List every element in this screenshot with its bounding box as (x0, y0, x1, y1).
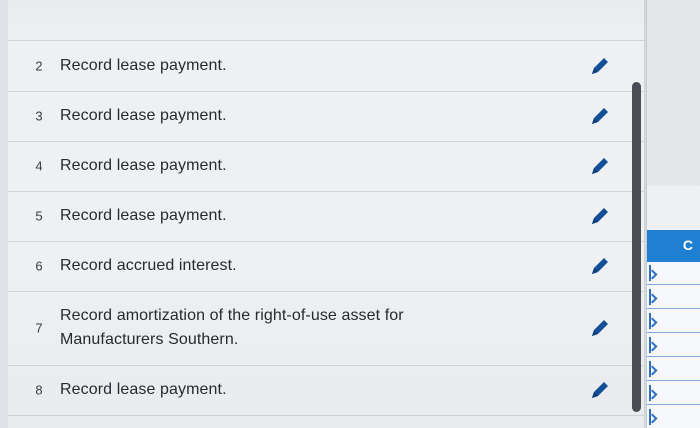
task-number: 8 (35, 382, 43, 398)
task-label: Record lease payment. (60, 207, 227, 224)
right-table-row[interactable] (647, 406, 700, 428)
list-header-area (8, 0, 644, 41)
scrollbar-thumb[interactable] (632, 82, 641, 412)
right-side-panel: C (646, 0, 700, 428)
pencil-icon[interactable] (588, 204, 612, 228)
task-label: Record lease payment. (60, 57, 227, 74)
task-row-3[interactable]: 3 Record lease payment. (8, 91, 644, 142)
right-table-row[interactable] (647, 358, 700, 381)
task-number: 5 (35, 208, 43, 224)
pencil-icon[interactable] (588, 54, 612, 78)
task-number: 2 (35, 58, 43, 74)
task-row-4[interactable]: 4 Record lease payment. (8, 141, 644, 192)
task-number: 4 (35, 158, 43, 174)
task-label: Record lease payment. (60, 157, 227, 174)
task-row-7[interactable]: 7 Record amortization of the right-of-us… (8, 291, 644, 366)
journal-task-list: 2 Record lease payment. 3 Record lease p… (8, 0, 645, 428)
right-table-header: C (647, 230, 700, 263)
pencil-icon[interactable] (588, 378, 612, 402)
task-row-2[interactable]: 2 Record lease payment. (8, 41, 644, 92)
right-table-row[interactable] (647, 334, 700, 357)
right-table (647, 262, 700, 428)
pencil-icon[interactable] (588, 254, 612, 278)
right-table-row[interactable] (647, 262, 700, 285)
task-number: 7 (35, 320, 43, 336)
task-row-5[interactable]: 5 Record lease payment. (8, 191, 644, 242)
task-label: Record lease payment. (60, 107, 227, 124)
right-table-row[interactable] (647, 286, 700, 309)
task-label: Record amortization of the right-of-use … (60, 307, 404, 348)
right-header-label: C (682, 237, 693, 253)
lease-journal-screen: 2 Record lease payment. 3 Record lease p… (0, 0, 700, 428)
task-number: 3 (35, 108, 43, 124)
task-number: 6 (35, 258, 43, 274)
task-label: Record accrued interest. (60, 257, 237, 274)
right-panel-top (647, 0, 700, 187)
right-table-row[interactable] (647, 382, 700, 405)
pencil-icon[interactable] (588, 154, 612, 178)
task-label: Record lease payment. (60, 381, 227, 398)
right-panel-box (647, 186, 700, 231)
right-table-row[interactable] (647, 310, 700, 333)
pencil-icon[interactable] (588, 104, 612, 128)
pencil-icon[interactable] (588, 316, 612, 340)
task-row-6[interactable]: 6 Record accrued interest. (8, 241, 644, 292)
task-row-8[interactable]: 8 Record lease payment. (8, 365, 644, 416)
